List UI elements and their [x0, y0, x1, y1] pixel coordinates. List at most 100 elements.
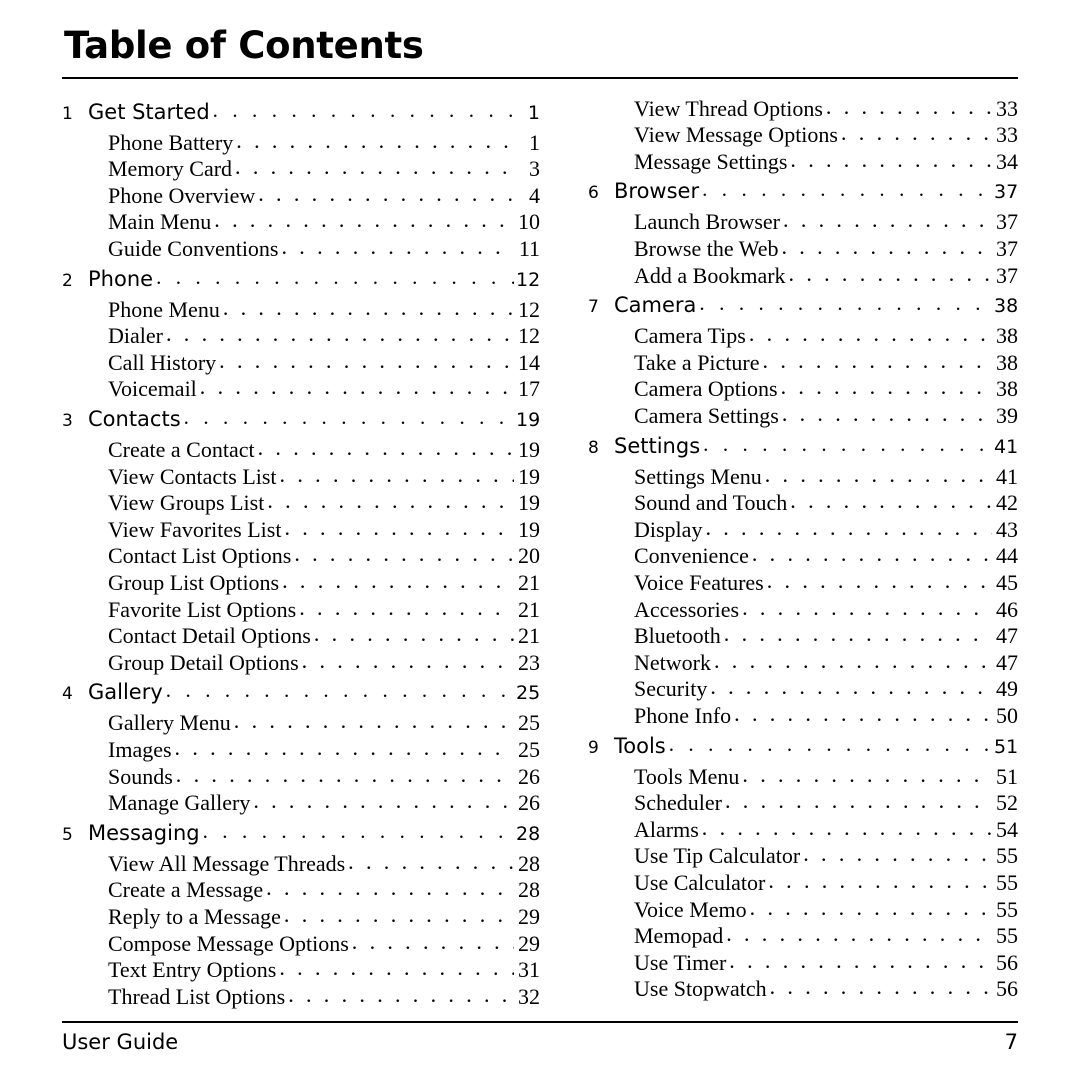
toc-page-number: 20: [518, 543, 540, 569]
toc-chapter-entry[interactable]: 9 Tools. . . . . . . . . . . . . . . . . …: [588, 734, 1018, 766]
toc-sub-label: Use Tip Calculator: [634, 843, 801, 869]
toc-columns: 1 Get Started. . . . . . . . . . . . . . …: [62, 96, 1018, 1013]
toc-sub-entry[interactable]: Launch Browser. . . . . . . . . . . . . …: [588, 209, 1018, 238]
toc-leader-dots: . . . . . . . . . . . . . . . . . . . . …: [313, 623, 514, 646]
toc-page-number: 28: [516, 822, 541, 845]
toc-page-number: 1: [527, 101, 540, 124]
toc-chapter-entry[interactable]: 4 Gallery. . . . . . . . . . . . . . . . …: [62, 680, 540, 712]
toc-chapter-entry[interactable]: 1 Get Started. . . . . . . . . . . . . . …: [62, 100, 540, 132]
toc-indent-spacer: [588, 157, 634, 173]
toc-chapter-entry[interactable]: 5 Messaging. . . . . . . . . . . . . . . …: [62, 821, 541, 853]
toc-sub-label: Camera Options: [634, 376, 778, 402]
toc-sub-entry[interactable]: Manage Gallery. . . . . . . . . . . . . …: [62, 790, 540, 819]
toc-sub-entry[interactable]: View Contacts List. . . . . . . . . . . …: [62, 464, 540, 493]
footer-guide-label: User Guide: [62, 1030, 179, 1054]
toc-indent-spacer: [588, 358, 634, 374]
toc-sub-entry[interactable]: Group Detail Options. . . . . . . . . . …: [62, 650, 540, 679]
toc-chapter-label: Browser: [614, 179, 700, 204]
toc-leader-dots: . . . . . . . . . . . . . . . . . . . . …: [840, 122, 992, 145]
toc-sub-entry[interactable]: Use Timer. . . . . . . . . . . . . . . .…: [588, 950, 1018, 979]
toc-sub-entry[interactable]: Text Entry Options. . . . . . . . . . . …: [62, 957, 540, 986]
toc-sub-entry[interactable]: Security. . . . . . . . . . . . . . . . …: [588, 676, 1018, 705]
toc-sub-entry[interactable]: Bluetooth. . . . . . . . . . . . . . . .…: [588, 623, 1018, 652]
toc-sub-entry[interactable]: Phone Menu. . . . . . . . . . . . . . . …: [62, 297, 540, 326]
toc-sub-entry[interactable]: Display. . . . . . . . . . . . . . . . .…: [588, 517, 1018, 546]
toc-leader-dots: . . . . . . . . . . . . . . . . . . . . …: [699, 293, 992, 315]
toc-sub-entry[interactable]: Sounds. . . . . . . . . . . . . . . . . …: [62, 764, 540, 793]
toc-sub-entry[interactable]: Voicemail. . . . . . . . . . . . . . . .…: [62, 376, 540, 405]
toc-sub-entry[interactable]: Images. . . . . . . . . . . . . . . . . …: [62, 737, 540, 766]
page-title: Table of Contents: [64, 24, 424, 67]
toc-sub-entry[interactable]: Contact List Options. . . . . . . . . . …: [62, 543, 540, 572]
toc-sub-entry[interactable]: Phone Battery. . . . . . . . . . . . . .…: [62, 130, 540, 159]
toc-sub-label: Message Settings: [634, 148, 788, 174]
toc-sub-entry[interactable]: View Message Options. . . . . . . . . . …: [588, 122, 1018, 151]
toc-sub-entry[interactable]: Compose Message Options. . . . . . . . .…: [62, 931, 540, 960]
toc-page-number: 14: [518, 349, 540, 375]
toc-sub-entry[interactable]: Accessories. . . . . . . . . . . . . . .…: [588, 596, 1018, 626]
toc-sub-entry[interactable]: Use Tip Calculator. . . . . . . . . . . …: [588, 843, 1018, 872]
toc-sub-entry[interactable]: Guide Conventions. . . . . . . . . . . .…: [62, 236, 540, 265]
toc-sub-label: Sound and Touch: [634, 490, 788, 516]
toc-sub-entry[interactable]: Voice Memo. . . . . . . . . . . . . . . …: [588, 897, 1018, 926]
toc-chapter-label: Phone: [88, 266, 154, 291]
toc-indent-spacer: [588, 605, 634, 621]
toc-indent-spacer: [588, 578, 634, 594]
toc-sub-entry[interactable]: Gallery Menu. . . . . . . . . . . . . . …: [62, 710, 540, 739]
toc-sub-entry[interactable]: Dialer. . . . . . . . . . . . . . . . . …: [62, 323, 540, 352]
toc-indent-spacer: [62, 658, 108, 674]
toc-indent-spacer: [62, 745, 108, 761]
toc-sub-entry[interactable]: Camera Settings. . . . . . . . . . . . .…: [588, 403, 1018, 432]
toc-chapter-entry[interactable]: 2 Phone. . . . . . . . . . . . . . . . . …: [62, 266, 540, 299]
toc-sub-entry[interactable]: Network. . . . . . . . . . . . . . . . .…: [588, 650, 1018, 679]
toc-sub-entry[interactable]: Reply to a Message. . . . . . . . . . . …: [62, 904, 540, 933]
toc-chapter-label: Camera: [614, 293, 697, 318]
toc-leader-dots: . . . . . . . . . . . . . . . . . . . . …: [284, 516, 514, 539]
toc-chapter-entry[interactable]: 6 Browser. . . . . . . . . . . . . . . . …: [588, 179, 1018, 211]
toc-sub-entry[interactable]: Memopad. . . . . . . . . . . . . . . . .…: [588, 923, 1018, 952]
toc-sub-entry[interactable]: Group List Options. . . . . . . . . . . …: [62, 570, 540, 599]
toc-sub-entry[interactable]: Camera Options. . . . . . . . . . . . . …: [588, 376, 1018, 405]
toc-sub-entry[interactable]: Phone Overview. . . . . . . . . . . . . …: [62, 182, 540, 212]
toc-sub-entry[interactable]: Camera Tips. . . . . . . . . . . . . . .…: [588, 323, 1018, 352]
toc-sub-entry[interactable]: Memory Card. . . . . . . . . . . . . . .…: [62, 156, 540, 185]
toc-sub-entry[interactable]: View Favorites List. . . . . . . . . . .…: [62, 516, 540, 546]
toc-sub-entry[interactable]: View All Message Threads. . . . . . . . …: [62, 851, 540, 880]
toc-sub-entry[interactable]: Scheduler. . . . . . . . . . . . . . . .…: [588, 790, 1018, 819]
toc-leader-dots: . . . . . . . . . . . . . . . . . . . . …: [199, 376, 514, 399]
toc-sub-label: View Groups List: [108, 490, 265, 516]
toc-sub-entry[interactable]: Message Settings. . . . . . . . . . . . …: [588, 148, 1018, 178]
toc-sub-entry[interactable]: Browse the Web. . . . . . . . . . . . . …: [588, 236, 1018, 265]
toc-sub-entry[interactable]: Phone Info. . . . . . . . . . . . . . . …: [588, 703, 1018, 732]
toc-sub-entry[interactable]: Settings Menu. . . . . . . . . . . . . .…: [588, 463, 1018, 493]
toc-indent-spacer: [588, 551, 634, 567]
toc-leader-dots: . . . . . . . . . . . . . . . . . . . . …: [764, 463, 992, 486]
toc-sub-entry[interactable]: Thread List Options. . . . . . . . . . .…: [62, 983, 540, 1013]
toc-sub-entry[interactable]: Create a Message. . . . . . . . . . . . …: [62, 877, 540, 906]
toc-page-number: 52: [996, 790, 1018, 816]
toc-chapter-entry[interactable]: 8 Settings. . . . . . . . . . . . . . . .…: [588, 434, 1018, 466]
toc-sub-entry[interactable]: Create a Contact. . . . . . . . . . . . …: [62, 437, 540, 466]
toc-leader-dots: . . . . . . . . . . . . . . . . . . . . …: [214, 209, 514, 232]
toc-page-number: 55: [996, 843, 1018, 869]
toc-sub-entry[interactable]: Contact Detail Options. . . . . . . . . …: [62, 623, 540, 652]
toc-page-number: 32: [518, 983, 540, 1009]
toc-sub-label: Accessories: [634, 596, 740, 622]
toc-sub-entry[interactable]: Voice Features. . . . . . . . . . . . . …: [588, 570, 1018, 599]
toc-sub-entry[interactable]: Convenience. . . . . . . . . . . . . . .…: [588, 543, 1018, 572]
toc-sub-entry[interactable]: Use Stopwatch. . . . . . . . . . . . . .…: [588, 976, 1018, 1005]
toc-sub-entry[interactable]: Main Menu. . . . . . . . . . . . . . . .…: [62, 209, 540, 238]
toc-sub-entry[interactable]: Alarms. . . . . . . . . . . . . . . . . …: [588, 817, 1018, 846]
toc-sub-entry[interactable]: Add a Bookmark. . . . . . . . . . . . . …: [588, 263, 1018, 292]
toc-sub-entry[interactable]: Call History. . . . . . . . . . . . . . …: [62, 349, 540, 379]
toc-sub-entry[interactable]: Tools Menu. . . . . . . . . . . . . . . …: [588, 764, 1018, 793]
toc-sub-entry[interactable]: Take a Picture. . . . . . . . . . . . . …: [588, 350, 1018, 379]
toc-sub-entry[interactable]: View Thread Options. . . . . . . . . . .…: [588, 96, 1018, 125]
toc-leader-dots: . . . . . . . . . . . . . . . . . . . . …: [258, 182, 514, 205]
toc-chapter-entry[interactable]: 3 Contacts. . . . . . . . . . . . . . . .…: [62, 407, 540, 439]
toc-chapter-entry[interactable]: 7 Camera. . . . . . . . . . . . . . . . .…: [588, 293, 1018, 325]
toc-sub-entry[interactable]: Use Calculator. . . . . . . . . . . . . …: [588, 870, 1018, 899]
toc-sub-entry[interactable]: Favorite List Options. . . . . . . . . .…: [62, 597, 540, 626]
toc-sub-entry[interactable]: View Groups List. . . . . . . . . . . . …: [62, 490, 540, 519]
toc-sub-entry[interactable]: Sound and Touch. . . . . . . . . . . . .…: [588, 490, 1018, 519]
